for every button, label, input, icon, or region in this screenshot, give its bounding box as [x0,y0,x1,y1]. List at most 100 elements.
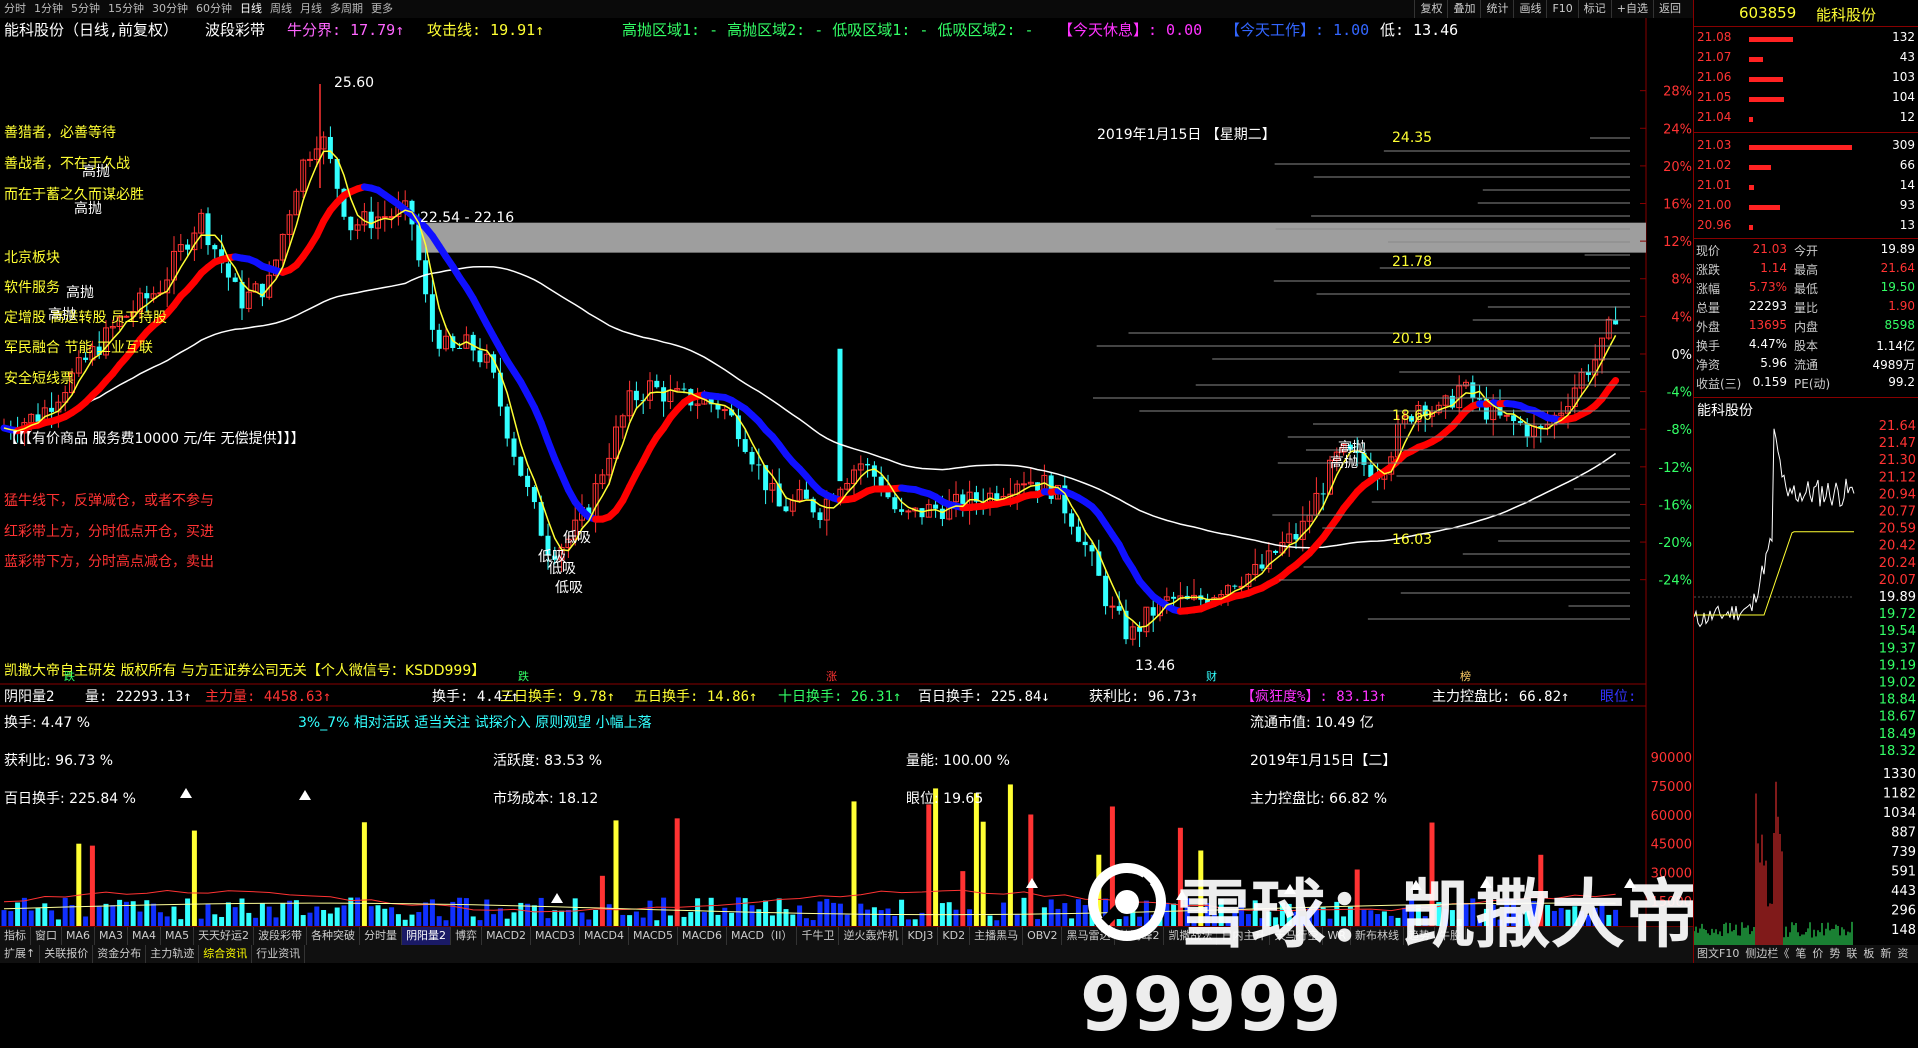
sidebar-tool-button[interactable]: 新 [1877,945,1894,963]
sidebar-tool-button[interactable]: 板 [1860,945,1877,963]
mini-price-tick: 19.37 [1879,641,1916,656]
date-label: 2019年1月15日 【星期二】 [1097,124,1276,144]
mini-price-tick: 19.19 [1879,658,1916,673]
mini-volume-tick: 739 [1891,845,1916,860]
period-tab[interactable]: 5分钟 [67,0,104,18]
bid-price: 21.01 [1697,178,1731,192]
toolbar-button[interactable]: 画线 [1513,0,1546,18]
volume-indicator-value: 主力控盘比: 66.82↑ [1432,686,1569,706]
sidebar-tool-button[interactable]: 价 [1809,945,1826,963]
toolbar-button[interactable]: +自选 [1611,0,1653,18]
toolbar-button[interactable]: 统计 [1480,0,1513,18]
bid-row[interactable]: 20.9613 [1694,218,1918,237]
bid-row[interactable]: 21.0093 [1694,198,1918,217]
indicator-tab[interactable]: MACD6 [678,927,727,945]
toolbar-button[interactable]: 复权 [1414,0,1447,18]
pct-tick-label: -16% [1658,498,1692,513]
intraday-mini-chart[interactable]: 21.6421.4721.3021.1220.9420.7720.5920.42… [1694,418,1918,958]
kline-chart[interactable]: 28%24%20%16%12%8%4%0%-4%-8%-12%-16%-20%-… [0,18,1693,963]
indicator-tab[interactable]: 阴阳量2 [402,927,451,945]
info-tab[interactable]: 关联报价 [40,945,93,963]
ask-volume: 12 [1900,110,1915,124]
sidebar-tool-button[interactable]: 笔 [1792,945,1809,963]
indicator-tab[interactable]: MA5 [161,927,194,945]
period-tab[interactable]: 月线 [296,0,326,18]
indicator-tab[interactable]: 逆火轰炸机 [839,927,903,945]
pct-tick-label: 4% [1671,310,1692,325]
bid-row[interactable]: 21.0114 [1694,178,1918,197]
event-mark[interactable]: 涨 [826,668,837,684]
sidebar-tool-button[interactable]: 联 [1843,945,1860,963]
period-tab[interactable]: 多周期 [326,0,367,18]
volume-tick-label: 90000 [1651,751,1692,766]
indicator-tab[interactable]: MACD5 [629,927,678,945]
sidebar-tool-button[interactable]: 资 [1894,945,1911,963]
bid-volume: 93 [1900,198,1915,212]
indicator-tab[interactable]: 指标 [0,927,31,945]
indicator-tab[interactable]: MACD3 [531,927,580,945]
stat-row: 净资5.96流通4989万 [1694,356,1918,375]
period-tab[interactable]: 更多 [367,0,397,18]
info-tab[interactable]: 资金分布 [93,945,146,963]
bid-row[interactable]: 21.0266 [1694,158,1918,177]
indicator-tab[interactable]: MA4 [128,927,161,945]
indicator-tab[interactable]: MACD（II） [727,927,797,945]
indicator-tab[interactable]: KDJ3 [903,927,938,945]
sidebar-tool-button[interactable]: 图文F10 [1694,945,1742,963]
indicator-tab[interactable]: 各种突破 [307,927,360,945]
event-mark[interactable]: 跌 [518,668,529,684]
volume-bar [614,820,619,930]
volume-indicator-value: 主力量: 4458.63↑ [205,686,331,706]
info-tab[interactable]: 扩展↑ [0,945,40,963]
pct-tick-label: 28% [1663,85,1692,100]
indicator-tab[interactable]: MA3 [95,927,128,945]
indicator-tab[interactable]: 主播黑马 [970,927,1023,945]
period-tab[interactable]: 1分钟 [30,0,67,18]
bid-price: 21.03 [1697,138,1731,152]
sidebar-tool-button[interactable]: 侧边栏《 [1742,945,1792,963]
bid-volume: 13 [1900,218,1915,232]
sidebar-tool-button[interactable]: 势 [1826,945,1843,963]
info-tab[interactable]: 综合资讯 [199,945,252,963]
event-mark[interactable]: 榜 [1460,668,1471,684]
ask-row[interactable]: 21.0743 [1694,50,1918,69]
candle-body [1110,606,1115,607]
info-tab[interactable]: 行业资讯 [252,945,305,963]
bid-volume-bar [1749,145,1852,150]
indicator-tab[interactable]: 窗口 [31,927,62,945]
toolbar-button[interactable]: 标记 [1578,0,1611,18]
period-tab[interactable]: 15分钟 [104,0,148,18]
event-mark[interactable]: 财 [1206,668,1217,684]
stat-row: 总量22293量比1.90 [1694,299,1918,318]
stat-label: 最低 [1794,280,1818,297]
ask-row[interactable]: 21.05104 [1694,90,1918,109]
ask-row[interactable]: 21.08132 [1694,30,1918,49]
bid-row[interactable]: 21.03309 [1694,138,1918,157]
period-tab[interactable]: 30分钟 [148,0,192,18]
indicator-tab[interactable]: MACD4 [580,927,629,945]
period-tab[interactable]: 分时 [0,0,30,18]
event-mark[interactable]: 跌 [64,668,75,684]
info-tab[interactable]: 主力轨迹 [146,945,199,963]
toolbar-button[interactable]: 叠加 [1447,0,1480,18]
indicator-tab[interactable]: KD2 [938,927,970,945]
indicator-tab[interactable]: 波段彩带 [254,927,307,945]
candle-body [892,497,897,509]
toolbar-button[interactable]: 返回 [1653,0,1686,18]
period-tab[interactable]: 周线 [266,0,296,18]
indicator-tab[interactable]: 千牛卫 [797,927,839,945]
ask-volume-bar [1749,57,1763,62]
ask-row[interactable]: 21.06103 [1694,70,1918,89]
buy-label: 低吸 [548,558,576,578]
indicator-tab[interactable]: MA6 [62,927,95,945]
period-tab[interactable]: 60分钟 [192,0,236,18]
period-tab[interactable]: 日线 [236,0,266,18]
indicator-tab[interactable]: MACD2 [482,927,531,945]
indicator-tab[interactable]: 分时量 [360,927,402,945]
indicator-tab[interactable]: 博弈 [451,927,482,945]
indicator-tab[interactable]: OBV2 [1023,927,1062,945]
ask-row[interactable]: 21.0412 [1694,110,1918,129]
toolbar-button[interactable]: F10 [1546,0,1577,18]
indicator-tab[interactable]: 天天好运2 [194,927,254,945]
volume-tick-label: 75000 [1651,780,1692,795]
